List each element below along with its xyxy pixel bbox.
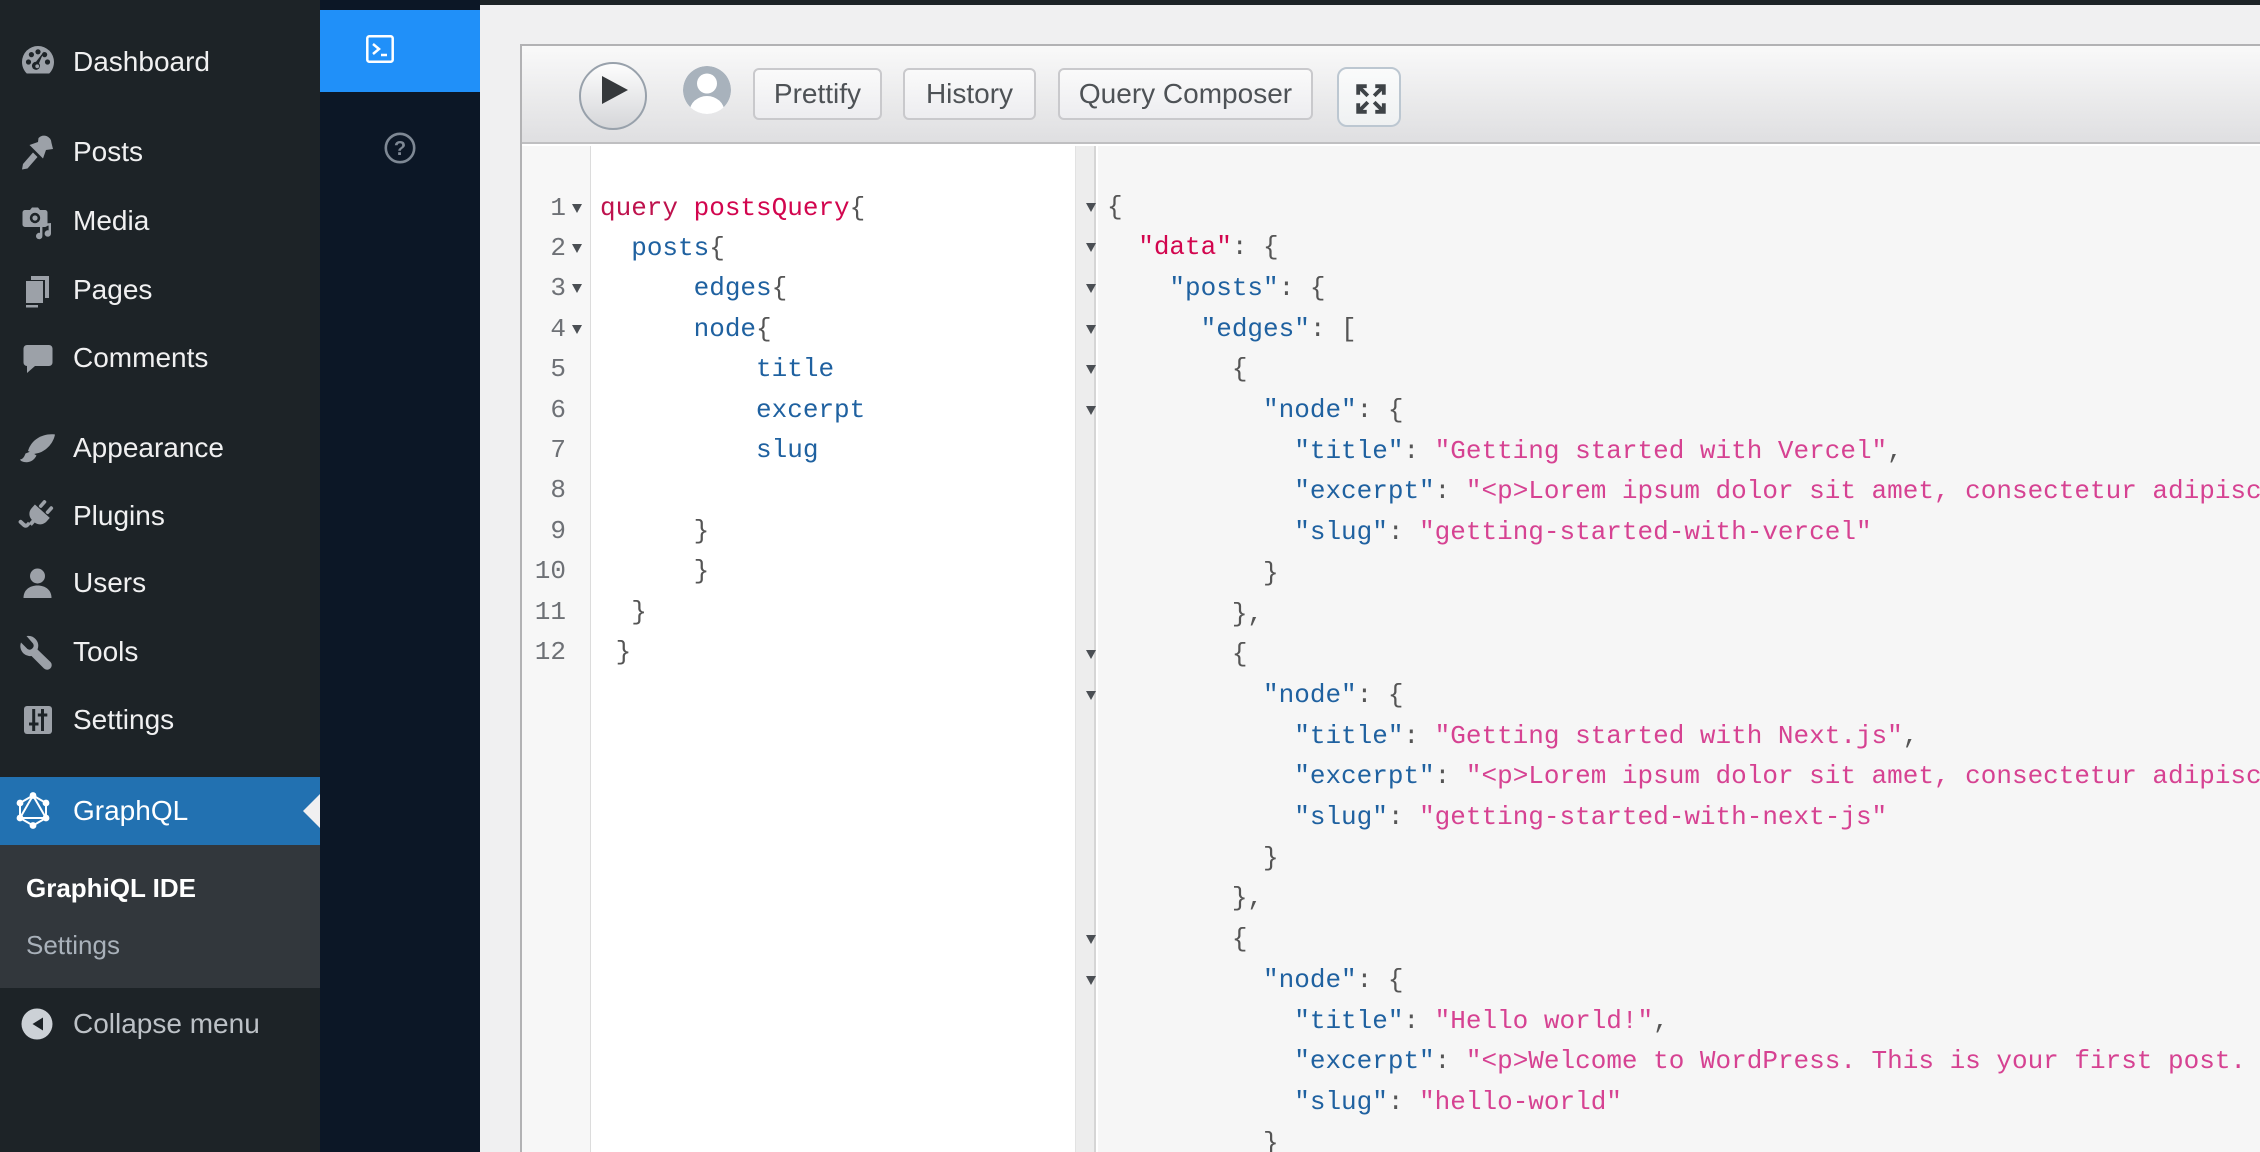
svg-text:?: ? <box>394 138 406 160</box>
